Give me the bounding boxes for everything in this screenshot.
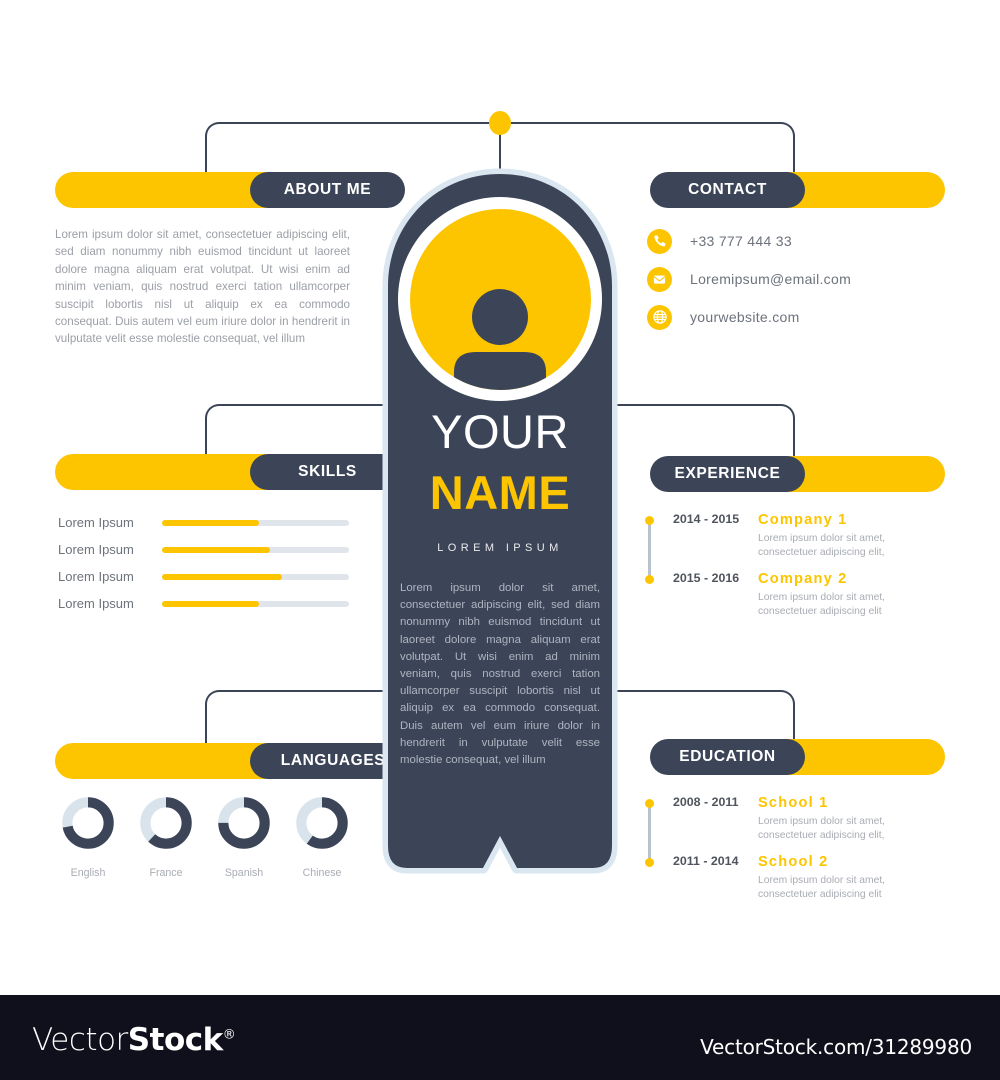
language-label: France [149,867,183,879]
education-header-label: EDUCATION [650,739,805,775]
connector-dot-top [489,111,511,135]
language-item: English [49,795,127,879]
skill-fill [162,519,260,526]
skills-header: SKILLS [55,454,405,490]
experience-date: 2015 - 2016 [673,571,740,585]
vectorstock-logo: VectorStock® [32,1022,236,1058]
logo-bold-part: Stock [127,1022,223,1058]
timeline-dot [645,575,654,584]
profile-last-name: NAME [429,466,571,519]
experience-company: Company 2 [758,571,848,587]
skill-track [162,600,349,607]
skill-fill [162,546,271,553]
experience-date: 2014 - 2015 [673,512,740,526]
logo-light-part: Vector [32,1022,128,1058]
education-date: 2011 - 2014 [673,854,739,868]
skill-row: Lorem Ipsum [58,509,358,536]
language-donut-chart [62,797,114,849]
language-label: Chinese [302,867,342,879]
vectorstock-url: VectorStock.com/31289980 [700,1035,972,1059]
language-donut-chart [218,797,270,849]
skill-row: Lorem Ipsum [58,563,358,590]
skill-label: Lorem Ipsum [58,569,134,584]
skill-track [162,573,349,580]
skill-track [162,546,349,553]
education-entry: 2011 - 2014 School 2 Lorem ipsum dolor s… [645,854,955,902]
timeline-dot [645,858,654,867]
timeline-dot [645,799,654,808]
contact-header-label: CONTACT [650,172,805,208]
experience-header-label: EXPERIENCE [650,456,805,492]
experience-header: EXPERIENCE [650,456,945,492]
experience-description: Lorem ipsum dolor sit amet, consectetuer… [758,592,886,617]
education-description: Lorem ipsum dolor sit amet, consectetuer… [758,816,886,841]
skills-list: Lorem Ipsum Lorem Ipsum Lorem Ipsum Lore… [58,509,358,617]
language-item: Chinese [283,795,361,879]
avatar-circle [409,208,591,390]
skill-row: Lorem Ipsum [58,590,358,617]
language-donut-chart [140,797,192,849]
education-date: 2008 - 2011 [673,795,739,809]
vectorstock-footer: VectorStock® VectorStock.com/31289980 [0,995,1000,1080]
skill-row: Lorem Ipsum [58,536,358,563]
education-description: Lorem ipsum dolor sit amet, consectetuer… [758,875,886,900]
profile-ribbon: YOUR NAME LOREM IPSUM Lorem ipsum dolor … [381,168,619,890]
language-item: France [127,795,205,879]
education-school: School 1 [758,795,829,811]
language-donut-chart [296,797,348,849]
contact-value-phone: +33 777 444 33 [690,233,792,249]
skill-fill [162,573,282,580]
experience-entry: 2014 - 2015 Company 1 Lorem ipsum dolor … [645,512,955,560]
globe-icon [647,304,672,330]
profile-first-name: YOUR [431,405,569,458]
contact-item-phone[interactable]: +33 777 444 33 [647,228,967,254]
skill-label: Lorem Ipsum [58,515,134,530]
avatar [398,197,602,401]
skill-label: Lorem Ipsum [58,596,134,611]
languages-list: English France Spanish Chinese [49,795,369,879]
phone-icon [647,228,672,254]
contact-header: CONTACT [650,172,945,208]
profile-bio: Lorem ipsum dolor sit amet, consectetuer… [400,582,600,767]
about-header: ABOUT ME [55,172,405,208]
language-label: Spanish [224,867,264,879]
language-item: Spanish [205,795,283,879]
experience-company: Company 1 [758,512,848,528]
experience-timeline: 2014 - 2015 Company 1 Lorem ipsum dolor … [645,512,955,630]
contact-item-email[interactable]: Loremipsum@email.com [647,266,967,292]
education-timeline: 2008 - 2011 School 1 Lorem ipsum dolor s… [645,795,955,913]
skill-fill [162,600,260,607]
profile-subtitle: LOREM IPSUM [437,542,563,554]
skill-label: Lorem Ipsum [58,542,134,557]
timeline-dot [645,516,654,525]
language-label: English [70,867,106,879]
envelope-icon [647,266,672,292]
person-avatar-icon [454,288,546,390]
education-header: EDUCATION [650,739,945,775]
education-entry: 2008 - 2011 School 1 Lorem ipsum dolor s… [645,795,955,843]
experience-entry: 2015 - 2016 Company 2 Lorem ipsum dolor … [645,571,955,619]
education-school: School 2 [758,854,829,870]
contact-value-email: Loremipsum@email.com [690,271,852,287]
languages-header: LANGUAGES [55,743,416,779]
resume-template-canvas: ABOUT ME Lorem ipsum dolor sit amet, con… [0,0,1000,995]
contact-item-website[interactable]: yourwebsite.com [647,304,967,330]
contact-list: +33 777 444 33 Loremipsum@email.com your… [647,228,967,342]
about-text: Lorem ipsum dolor sit amet, consectetuer… [55,228,350,346]
registered-trademark-icon: ® [222,1027,236,1043]
skill-track [162,519,349,526]
contact-value-website: yourwebsite.com [690,309,800,325]
experience-description: Lorem ipsum dolor sit amet, consectetuer… [758,533,886,558]
